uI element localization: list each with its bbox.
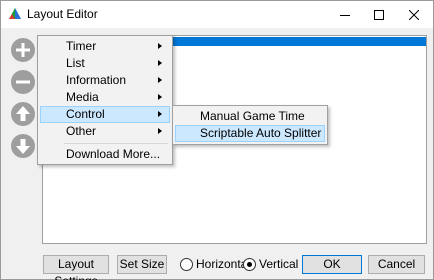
menu-item-label: Other — [66, 124, 97, 138]
submenu-arrow-icon — [158, 60, 162, 66]
submenu-item-label: Scriptable Auto Splitter — [200, 126, 322, 140]
app-logo-icon — [9, 8, 21, 19]
arrow-up-icon — [11, 102, 35, 126]
move-up-button[interactable] — [10, 101, 36, 127]
menu-item-other[interactable]: Other — [40, 123, 170, 140]
menu-item-label: Download More... — [66, 147, 161, 161]
plus-icon — [11, 38, 35, 62]
menu-item-label: Information — [66, 73, 127, 87]
menu-item-media[interactable]: Media — [40, 89, 170, 106]
window-title: Layout Editor — [27, 7, 98, 21]
submenu-item-manual-game-time[interactable]: Manual Game Time — [175, 108, 325, 125]
menu-item-list[interactable]: List — [40, 55, 170, 72]
close-icon — [409, 9, 419, 20]
add-component-menu: Timer List Information Media Control Oth… — [37, 35, 173, 165]
submenu-arrow-icon — [158, 94, 162, 100]
menu-separator — [64, 143, 168, 144]
maximize-icon — [374, 9, 384, 20]
cancel-button[interactable]: Cancel — [368, 255, 425, 274]
horizontal-radio[interactable] — [180, 258, 193, 271]
submenu-arrow-icon — [158, 111, 162, 117]
submenu-arrow-icon — [158, 43, 162, 49]
set-size-button[interactable]: Set Size — [117, 255, 167, 274]
maximize-button[interactable] — [362, 1, 396, 28]
layout-settings-button[interactable]: Layout Settings — [43, 255, 109, 280]
move-down-button[interactable] — [10, 133, 36, 159]
layout-editor-window: Layout Editor Timer List Information Med… — [0, 0, 434, 280]
menu-item-label: Timer — [66, 39, 97, 53]
vertical-radio[interactable] — [243, 258, 256, 271]
remove-component-button[interactable] — [10, 69, 36, 95]
submenu-item-scriptable-auto-splitter[interactable]: Scriptable Auto Splitter — [175, 125, 325, 142]
menu-item-information[interactable]: Information — [40, 72, 170, 89]
submenu-arrow-icon — [158, 77, 162, 83]
vertical-radio-label: Vertical — [259, 257, 299, 271]
menu-item-label: List — [66, 56, 85, 70]
horizontal-radio-label: Horizontal — [196, 257, 251, 271]
minus-icon — [11, 70, 35, 94]
menu-item-label: Control — [66, 107, 105, 121]
ok-button[interactable]: OK — [302, 255, 362, 274]
add-component-button[interactable] — [10, 37, 36, 63]
minimize-icon — [340, 14, 350, 16]
menu-item-control[interactable]: Control — [40, 106, 170, 123]
title-bar[interactable]: Layout Editor — [1, 1, 433, 28]
menu-item-download-more[interactable]: Download More... — [40, 146, 170, 163]
minimize-button[interactable] — [328, 1, 362, 28]
radio-selected-dot — [247, 262, 252, 267]
submenu-arrow-icon — [158, 128, 162, 134]
menu-item-timer[interactable]: Timer — [40, 38, 170, 55]
arrow-down-icon — [11, 134, 35, 158]
control-submenu: Manual Game Time Scriptable Auto Splitte… — [172, 105, 328, 145]
close-button[interactable] — [397, 1, 431, 28]
selected-list-row[interactable] — [171, 37, 426, 46]
menu-item-label: Media — [66, 90, 99, 104]
submenu-item-label: Manual Game Time — [200, 109, 305, 123]
